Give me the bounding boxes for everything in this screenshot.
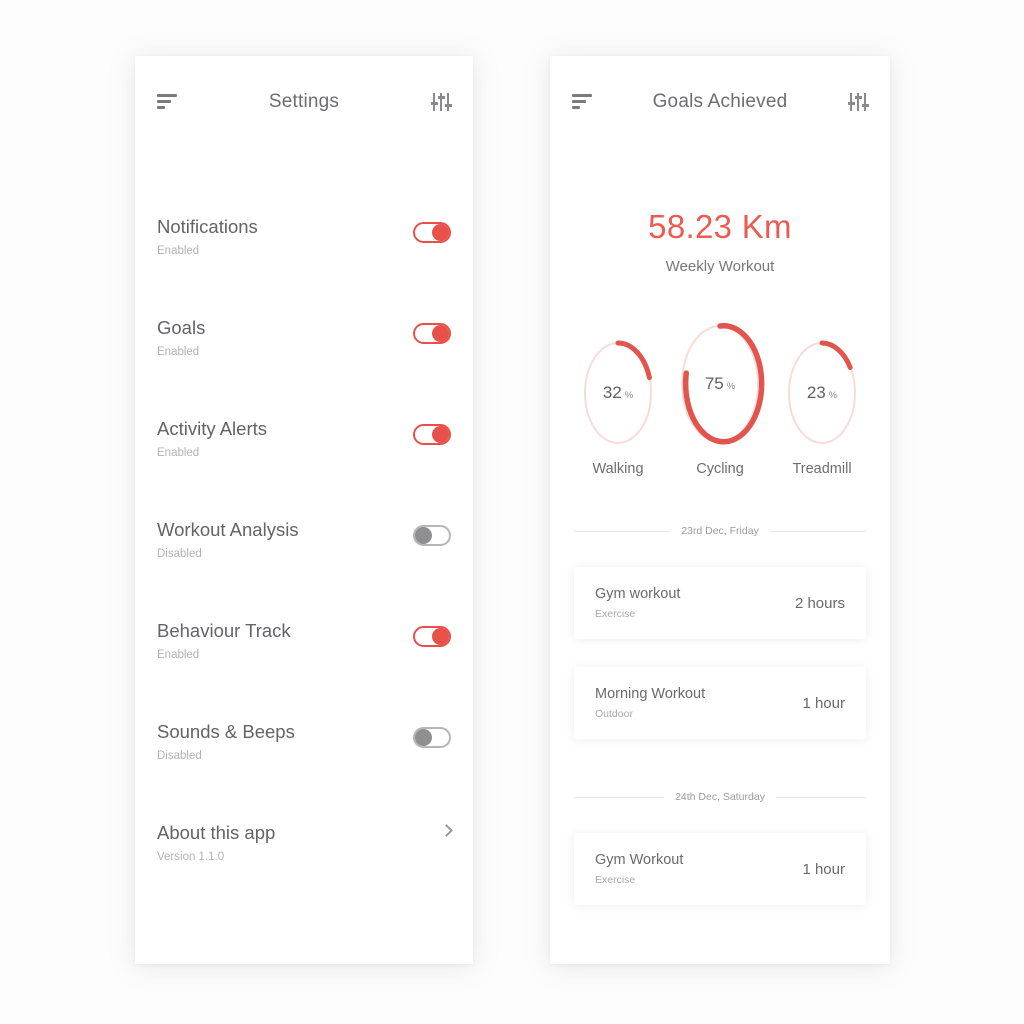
setting-label: Workout Analysis: [157, 519, 299, 540]
setting-status: Disabled: [157, 750, 202, 762]
setting-status: Disabled: [157, 548, 202, 560]
setting-status: Enabled: [157, 649, 200, 661]
divider-line-right: [775, 796, 867, 798]
goals-screen: Goals Achieved 58.23 Km Weekly Workout 3…: [550, 56, 890, 964]
workout-title: Morning Workout: [595, 686, 706, 702]
progress-rings-group: 32 % Walking 75 % Cycling 23 % Treadmill: [550, 321, 890, 477]
ring-item-treadmill[interactable]: 23 % Treadmill: [785, 339, 859, 477]
workout-duration: 1 hour: [802, 694, 845, 712]
setting-label: Notifications: [157, 216, 258, 237]
toggle-notifications[interactable]: [413, 222, 451, 243]
setting-row-sounds-beeps: Sounds & Beeps Disabled: [157, 721, 451, 822]
setting-text: Sounds & Beeps Disabled: [157, 721, 295, 762]
setting-label: Sounds & Beeps: [157, 721, 295, 742]
divider-line-left: [574, 796, 665, 798]
setting-label: Behaviour Track: [157, 620, 291, 641]
chevron-right-icon: [440, 824, 453, 837]
ring-value: 32 %: [581, 383, 655, 403]
workout-duration: 1 hour: [802, 860, 845, 878]
workout-title: Gym workout: [595, 586, 681, 602]
workout-title: Gym Workout: [595, 852, 684, 868]
setting-text: Activity Alerts Enabled: [157, 418, 267, 459]
setting-label: Goals: [157, 317, 206, 338]
toggle-activity-alerts[interactable]: [413, 424, 451, 445]
setting-text: Workout Analysis Disabled: [157, 519, 299, 560]
workout-type: Outdoor: [595, 708, 633, 720]
workout-info: Gym workout Exercise: [595, 586, 680, 620]
ring-percent: 32: [602, 383, 622, 402]
workout-info: Gym Workout Exercise: [595, 852, 683, 886]
divider-date: 23rd Dec, Friday: [681, 525, 759, 537]
about-label: About this app: [157, 822, 276, 843]
ring-label: Cycling: [696, 461, 744, 477]
sliders-icon[interactable]: [847, 92, 869, 112]
workout-info: Morning Workout Outdoor: [595, 686, 705, 720]
workout-card[interactable]: Gym Workout Exercise 1 hour: [574, 833, 866, 905]
workout-card[interactable]: Morning Workout Outdoor 1 hour: [574, 667, 866, 739]
setting-text: Behaviour Track Enabled: [157, 620, 291, 661]
ring-item-walking[interactable]: 32 % Walking: [581, 339, 655, 477]
workout-duration: 2 hours: [794, 594, 845, 612]
setting-status: Enabled: [157, 447, 200, 459]
settings-list: Notifications Enabled Goals Enabled Acti…: [135, 148, 473, 922]
date-divider: 24th Dec, Saturday: [574, 791, 867, 803]
setting-row-goals: Goals Enabled: [157, 317, 451, 418]
page-title: Settings: [268, 91, 340, 112]
date-divider: 23rd Dec, Friday: [574, 525, 866, 537]
toggle-workout-analysis[interactable]: [413, 525, 451, 546]
ring-label: Walking: [592, 461, 644, 477]
percent-sign: %: [624, 390, 634, 401]
menu-icon[interactable]: [157, 94, 177, 110]
total-distance: 58.23 Km: [648, 208, 792, 245]
ring-value: 23 %: [785, 383, 859, 403]
ring-percent: 23: [806, 383, 826, 402]
percent-sign: %: [828, 390, 838, 401]
setting-text: Goals Enabled: [157, 317, 205, 358]
divider-line-right: [769, 530, 866, 532]
ring-percent: 75: [704, 374, 724, 393]
ring-item-cycling[interactable]: 75 % Cycling: [677, 321, 765, 477]
menu-icon[interactable]: [572, 94, 592, 110]
setting-row-workout-analysis: Workout Analysis Disabled: [157, 519, 451, 620]
sliders-icon[interactable]: [430, 92, 452, 112]
percent-sign: %: [726, 381, 736, 392]
divider-date: 24th Dec, Saturday: [675, 791, 765, 803]
about-this-app-row[interactable]: About this app Version 1.1.0: [157, 822, 453, 922]
setting-row-notifications: Notifications Enabled: [157, 216, 451, 317]
toggle-sounds-beeps[interactable]: [413, 727, 451, 748]
screenshot-stage: Settings Notifications Enabled Goals Ena…: [0, 0, 1024, 1024]
toggle-goals[interactable]: [413, 323, 451, 344]
settings-screen: Settings Notifications Enabled Goals Ena…: [135, 56, 473, 964]
hero-caption: Weekly Workout: [665, 258, 775, 275]
toggle-behaviour-track[interactable]: [413, 626, 451, 647]
app-version: Version 1.1.0: [157, 851, 225, 863]
setting-text: Notifications Enabled: [157, 216, 258, 257]
about-text: About this app Version 1.1.0: [157, 822, 275, 863]
workout-type: Exercise: [595, 608, 636, 620]
page-title: Goals Achieved: [652, 91, 788, 112]
ring-value: 75 %: [677, 374, 763, 394]
setting-row-activity-alerts: Activity Alerts Enabled: [157, 418, 451, 519]
ring-label: Treadmill: [792, 461, 852, 477]
setting-row-behaviour-track: Behaviour Track Enabled: [157, 620, 451, 721]
weekly-distance-hero: 58.23 Km Weekly Workout: [550, 208, 890, 275]
workout-type: Exercise: [595, 874, 636, 886]
goals-topbar: Goals Achieved: [550, 56, 890, 148]
setting-label: Activity Alerts: [157, 418, 267, 439]
workout-card[interactable]: Gym workout Exercise 2 hours: [574, 567, 866, 639]
setting-status: Enabled: [157, 346, 200, 358]
settings-topbar: Settings: [135, 56, 473, 148]
setting-status: Enabled: [157, 245, 200, 257]
divider-line-left: [574, 530, 671, 532]
